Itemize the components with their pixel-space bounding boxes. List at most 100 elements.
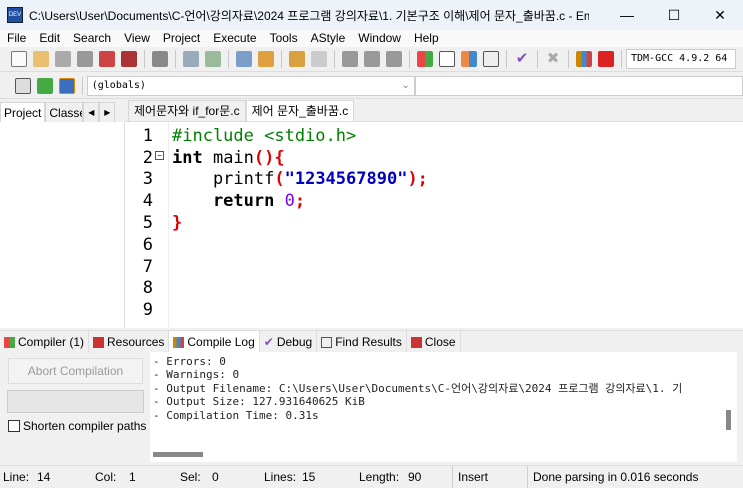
line-number: 2 bbox=[142, 148, 153, 168]
menu-edit[interactable]: Edit bbox=[32, 30, 66, 47]
compiler-select[interactable]: TDM-GCC 4.9.2 64 bbox=[626, 49, 736, 69]
print-icon[interactable] bbox=[152, 51, 168, 67]
function-select[interactable] bbox=[414, 75, 743, 96]
tab-label: Close bbox=[424, 334, 456, 349]
status-sel: 0 bbox=[212, 470, 219, 484]
hscroll-thumb[interactable] bbox=[153, 452, 203, 457]
menu-astyle[interactable]: AStyle bbox=[304, 30, 352, 47]
code-identifier: main bbox=[202, 148, 254, 168]
log-line: - Output Size: 127.931640625 KiB bbox=[153, 395, 365, 408]
fold-toggle-icon[interactable]: − bbox=[155, 151, 164, 160]
scope-select[interactable]: (globals) ⌄ bbox=[86, 75, 415, 96]
unindent-icon[interactable] bbox=[258, 51, 274, 67]
tab-compiler[interactable]: Compiler (1) bbox=[0, 331, 90, 353]
tab-project[interactable]: Project bbox=[0, 102, 46, 122]
tab-classes[interactable]: Classes bbox=[45, 102, 84, 122]
status-message: Done parsing in 0.016 seconds bbox=[533, 470, 699, 484]
find-icon bbox=[321, 336, 333, 348]
project-options-icon[interactable] bbox=[58, 77, 75, 94]
code-keyword: int bbox=[172, 148, 203, 168]
code-editor[interactable]: 1 2 3 4 5 6 7 8 9 − #include <stdio.h> i… bbox=[125, 122, 743, 328]
code-string: "1234567890" bbox=[284, 169, 408, 189]
open-file-icon[interactable] bbox=[33, 51, 49, 67]
compile-run-icon[interactable] bbox=[461, 51, 477, 67]
compile-progress-bar bbox=[7, 390, 144, 413]
tab-scroll-left[interactable]: ◀ bbox=[83, 102, 100, 122]
tab-debug[interactable]: ✔ Debug bbox=[260, 331, 318, 353]
compile-log[interactable]: - Errors: 0 - Warnings: 0 - Output Filen… bbox=[150, 352, 737, 462]
tab-find-results[interactable]: Find Results bbox=[317, 331, 407, 353]
new-file-icon[interactable] bbox=[11, 51, 27, 67]
tab-label: Compiler (1) bbox=[18, 334, 85, 349]
menu-project[interactable]: Project bbox=[156, 30, 206, 47]
tab-label: Compile Log bbox=[187, 334, 255, 349]
status-col-label: Col: bbox=[95, 470, 117, 484]
add-to-project-icon[interactable] bbox=[36, 77, 53, 94]
checkbox-box[interactable] bbox=[8, 420, 20, 432]
tab-file-newline[interactable]: 제어 문자_출바꿈.c bbox=[245, 100, 355, 121]
line-number: 4 bbox=[142, 191, 153, 211]
bookmark-back-icon[interactable] bbox=[342, 51, 358, 67]
tab-file-if-for[interactable]: 제어문자와 if_for문.c bbox=[128, 100, 246, 121]
line-number: 3 bbox=[142, 169, 153, 189]
save-icon[interactable] bbox=[55, 51, 71, 67]
status-length-label: Length: bbox=[359, 470, 400, 484]
replace-icon[interactable] bbox=[205, 51, 221, 67]
status-lines-label: Lines: bbox=[264, 470, 297, 484]
menu-bar: File Edit Search View Project Execute To… bbox=[0, 30, 743, 47]
line-number: 5 bbox=[142, 213, 153, 233]
menu-file[interactable]: File bbox=[0, 30, 32, 47]
compiler-icon bbox=[4, 336, 15, 348]
code-line-2: int main(){ bbox=[172, 147, 285, 169]
save-all-icon[interactable] bbox=[77, 51, 93, 67]
redo-icon[interactable] bbox=[311, 51, 327, 67]
close-button[interactable]: ✕ bbox=[697, 0, 743, 30]
status-bar: Line: 14 Col: 1 Sel: 0 Lines: 15 Length:… bbox=[0, 465, 743, 488]
stop-icon[interactable]: ✖ bbox=[545, 51, 561, 67]
run-icon[interactable] bbox=[439, 51, 455, 67]
chart-icon[interactable] bbox=[576, 51, 592, 67]
maximize-button[interactable]: ☐ bbox=[651, 0, 697, 30]
editor-tabs: 제어문자와 if_for문.c 제어 문자_출바꿈.c bbox=[125, 100, 743, 122]
check-icon[interactable]: ✔ bbox=[514, 51, 530, 67]
status-lines: 15 bbox=[302, 470, 316, 484]
app-icon: DEV bbox=[7, 7, 23, 23]
menu-view[interactable]: View bbox=[117, 30, 156, 47]
log-line: - Warnings: 0 bbox=[153, 368, 240, 381]
scope-select-value: (globals) bbox=[91, 79, 146, 91]
menu-help[interactable]: Help bbox=[407, 30, 445, 47]
line-number: 6 bbox=[142, 235, 153, 255]
line-number: 1 bbox=[142, 126, 153, 146]
project-panel bbox=[0, 122, 125, 328]
shorten-paths-checkbox[interactable]: Shorten compiler paths bbox=[8, 419, 146, 433]
menu-tools[interactable]: Tools bbox=[263, 30, 304, 47]
indent-icon[interactable] bbox=[236, 51, 252, 67]
resources-icon bbox=[93, 336, 105, 348]
close-all-icon[interactable] bbox=[121, 51, 137, 67]
new-class-icon[interactable] bbox=[15, 77, 31, 94]
debug-icon[interactable] bbox=[598, 51, 614, 67]
chevron-down-icon: ⌄ bbox=[401, 79, 410, 91]
menu-search[interactable]: Search bbox=[66, 30, 117, 47]
rebuild-icon[interactable] bbox=[483, 51, 499, 67]
compiler-select-value: TDM-GCC 4.9.2 64 bbox=[631, 53, 728, 64]
minimize-button[interactable]: — bbox=[604, 0, 650, 30]
tab-close[interactable]: Close bbox=[407, 331, 461, 353]
tab-resources[interactable]: Resources bbox=[89, 331, 170, 353]
status-line-label: Line: bbox=[3, 470, 30, 484]
find-icon[interactable] bbox=[183, 51, 199, 67]
menu-execute[interactable]: Execute bbox=[206, 30, 262, 47]
log-hscrollbar[interactable] bbox=[150, 448, 737, 462]
close-file-icon[interactable] bbox=[99, 51, 115, 67]
abort-compilation-button[interactable]: Abort Compilation bbox=[8, 358, 143, 384]
compile-icon[interactable] bbox=[417, 51, 433, 67]
goto-icon[interactable] bbox=[386, 51, 402, 67]
log-line: - Compilation Time: 0.31s bbox=[153, 409, 319, 422]
tab-compile-log[interactable]: Compile Log bbox=[169, 331, 260, 353]
status-line: 14 bbox=[37, 470, 51, 484]
tab-scroll-right[interactable]: ▶ bbox=[99, 102, 116, 122]
menu-window[interactable]: Window bbox=[351, 30, 407, 47]
undo-icon[interactable] bbox=[289, 51, 305, 67]
log-vscroll-thumb[interactable] bbox=[726, 410, 731, 430]
bookmark-forward-icon[interactable] bbox=[364, 51, 380, 67]
